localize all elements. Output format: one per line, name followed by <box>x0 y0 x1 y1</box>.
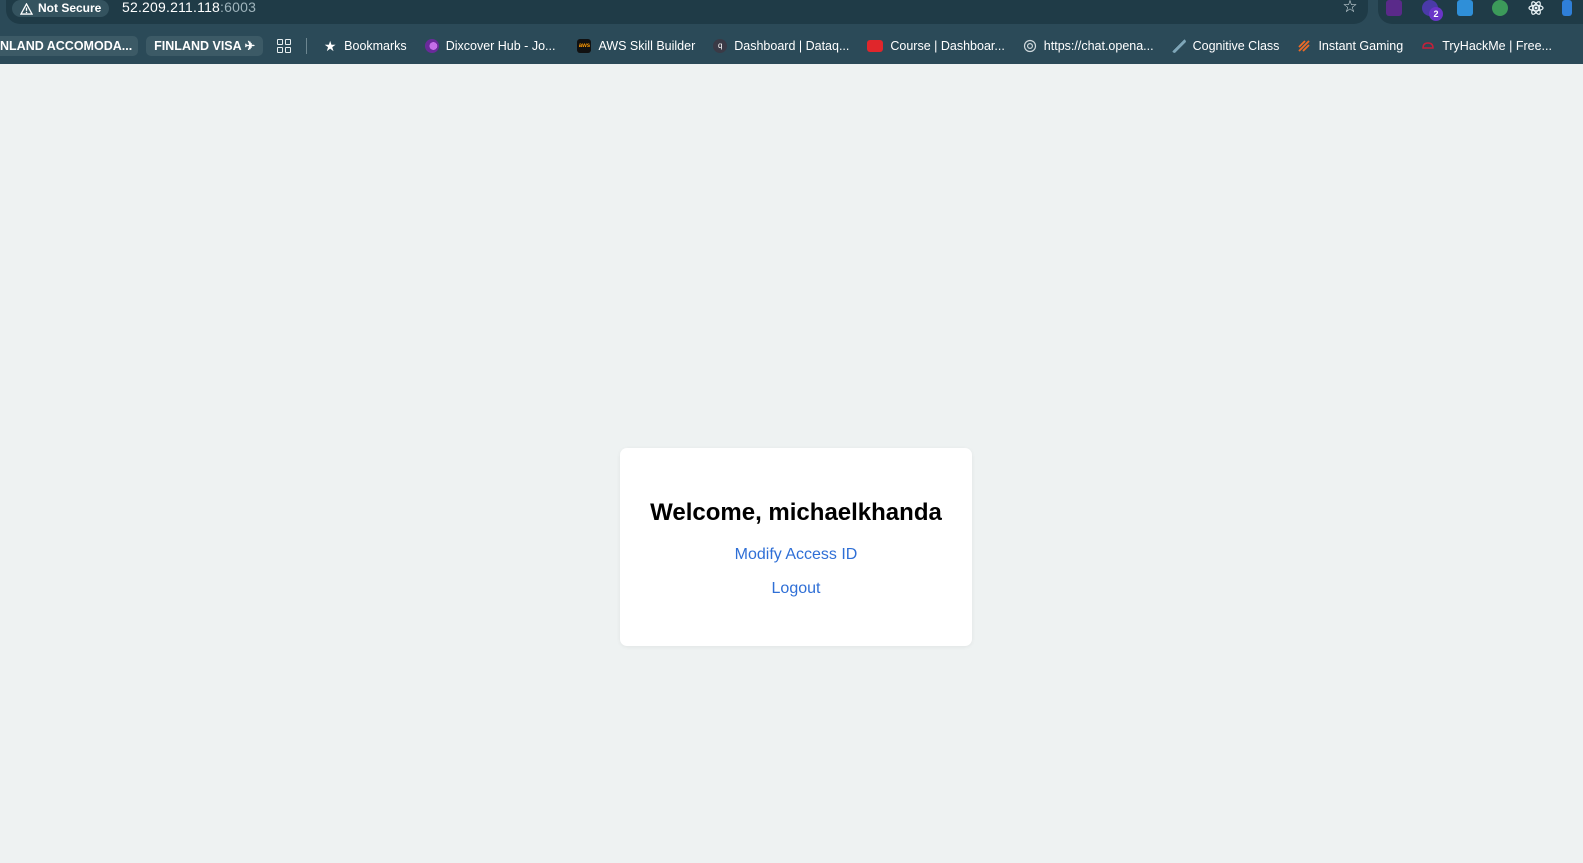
bookmark-dixcover-hub[interactable]: Dixcover Hub - Jo... <box>424 39 556 53</box>
dixcover-icon <box>424 39 439 53</box>
bookmark-label: AWS Skill Builder <box>598 39 696 53</box>
bookmark-label: Dixcover Hub - Jo... <box>445 39 556 53</box>
bookmark-label: Bookmarks <box>344 39 407 53</box>
bookmark-label: Cognitive Class <box>1192 39 1280 53</box>
tryhackme-icon <box>1422 42 1434 49</box>
bookmark-star-icon[interactable]: ☆ <box>1341 0 1359 16</box>
modify-access-id-link[interactable]: Modify Access ID <box>620 545 972 565</box>
bookmark-course-dashboard[interactable]: Course | Dashboar... <box>867 39 1005 53</box>
address-bar[interactable]: Not Secure 52.209.211.118:6003 ☆ <box>6 0 1368 24</box>
not-secure-chip[interactable]: Not Secure <box>12 0 110 17</box>
bookmarks-divider <box>306 38 308 54</box>
browser-toolbar: Not Secure 52.209.211.118:6003 ☆ 2 NLAND… <box>0 0 1583 64</box>
course-icon <box>867 40 884 52</box>
bookmark-chat-openai[interactable]: https://chat.opena... <box>1023 39 1154 53</box>
bookmark-bookmarks[interactable]: ★ Bookmarks <box>323 38 407 55</box>
bookmark-aws-skill-builder[interactable]: aws AWS Skill Builder <box>577 39 695 53</box>
bookmark-dataquest[interactable]: q Dashboard | Dataq... <box>713 39 849 53</box>
extensions-area <box>1378 0 1583 24</box>
star-icon: ★ <box>323 37 337 54</box>
apps-grid-icon[interactable] <box>277 38 292 54</box>
url-host: 52.209.211.118 <box>122 0 221 15</box>
extension-robot-icon[interactable] <box>1492 0 1508 16</box>
bookmarks-bar: NLAND ACCOMODA... FINLAND VISA ✈ ★ Bookm… <box>0 34 1583 58</box>
url-port: :6003 <box>220 0 257 15</box>
extension-purple-icon[interactable] <box>1386 0 1402 16</box>
url-text[interactable]: 52.209.211.118:6003 <box>122 0 256 16</box>
extension-f-icon[interactable] <box>1457 0 1473 16</box>
aws-icon: aws <box>577 39 592 53</box>
bookmark-cognitive-class[interactable]: Cognitive Class <box>1171 39 1280 53</box>
bookmark-folder-accommodation[interactable]: NLAND ACCOMODA... <box>0 36 139 56</box>
bookmark-label: Dashboard | Dataq... <box>734 39 850 53</box>
bookmark-label: https://chat.opena... <box>1043 39 1154 53</box>
bookmark-label: Course | Dashboar... <box>890 39 1005 53</box>
extension-edge-icon[interactable] <box>1562 0 1572 16</box>
react-devtools-icon[interactable] <box>1528 0 1544 16</box>
bookmark-instant-gaming[interactable]: Instant Gaming <box>1297 39 1403 53</box>
welcome-card: Welcome, michaelkhanda Modify Access ID … <box>620 448 972 646</box>
warning-icon <box>20 2 33 15</box>
instant-gaming-icon <box>1298 40 1311 52</box>
logout-link[interactable]: Logout <box>620 579 972 599</box>
bookmark-folder-finland-visa[interactable]: FINLAND VISA ✈ <box>146 36 264 56</box>
bookmark-tryhackme[interactable]: TryHackMe | Free... <box>1421 39 1552 53</box>
welcome-heading: Welcome, michaelkhanda <box>650 499 942 526</box>
bookmark-label: Instant Gaming <box>1318 39 1404 53</box>
cognitive-class-icon <box>1171 39 1186 53</box>
extension-badge: 2 <box>1429 7 1443 21</box>
dataquest-icon: q <box>713 39 728 53</box>
openai-icon <box>1023 39 1036 53</box>
security-label: Not Secure <box>38 1 102 15</box>
bookmark-label: TryHackMe | Free... <box>1442 39 1552 53</box>
